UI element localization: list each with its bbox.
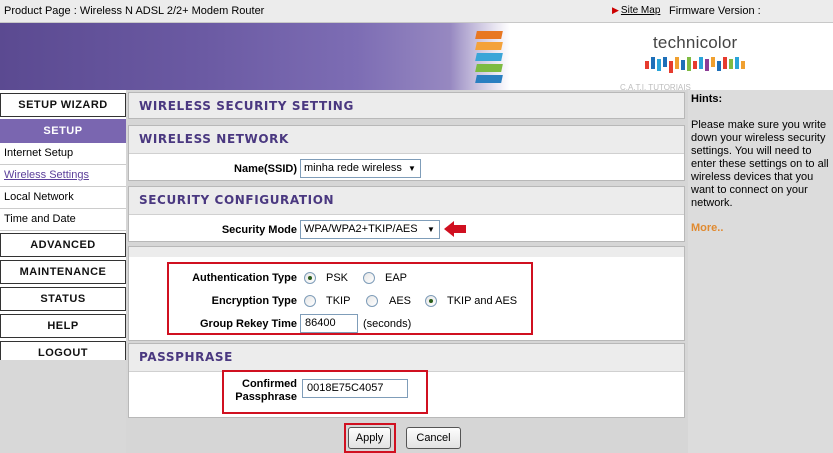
banner-graphic <box>0 23 510 90</box>
nav-setup[interactable]: SETUP <box>0 119 126 143</box>
technicolor-logo: technicolor <box>653 33 738 52</box>
arrow-right-icon: ▶ <box>612 5 619 15</box>
wireless-network-header: WIRELESS NETWORK <box>139 132 289 146</box>
banner-stripes <box>475 31 503 87</box>
nav-maintenance[interactable]: MAINTENANCE <box>0 260 126 284</box>
cancel-button[interactable]: Cancel <box>406 427 461 449</box>
security-mode-label: Security Mode <box>221 224 297 236</box>
left-navigation: SETUP WIZARD SETUP Internet Setup Wirele… <box>0 90 126 453</box>
security-mode-select[interactable]: WPA/WPA2+TKIP/AES ▼ <box>300 220 440 239</box>
firmware-version: Firmware Version : <box>669 5 761 17</box>
security-config-panel: SECURITY CONFIGURATION Security Mode WPA… <box>128 186 685 242</box>
highlight-apply-box <box>344 423 396 453</box>
page-title: WIRELESS SECURITY SETTING <box>139 99 354 113</box>
site-map[interactable]: ▶ Site Map <box>612 5 660 16</box>
nav-status[interactable]: STATUS <box>0 287 126 311</box>
highlight-passphrase-box <box>222 370 428 414</box>
arrow-left-icon <box>444 221 466 237</box>
banner: technicolor C.A.T.I. TUTORIAIS <box>0 23 833 92</box>
site-map-link[interactable]: Site Map <box>621 5 660 16</box>
sidebar-item-internet-setup[interactable]: Internet Setup <box>0 143 126 165</box>
sidebar-item-label[interactable]: Wireless Settings <box>4 169 89 181</box>
hints-more-link[interactable]: More.. <box>691 222 723 234</box>
chevron-down-icon: ▼ <box>408 164 416 173</box>
hints-panel: Hints: Please make sure you write down y… <box>688 90 833 453</box>
logo-color-bars-icon <box>645 57 750 73</box>
security-mode-value: WPA/WPA2+TKIP/AES <box>304 223 418 235</box>
hints-body: Please make sure you write down your wir… <box>691 119 829 209</box>
nav-advanced[interactable]: ADVANCED <box>0 233 126 257</box>
security-config-header: SECURITY CONFIGURATION <box>139 193 335 207</box>
ssid-label: Name(SSID) <box>234 163 297 175</box>
ssid-value: minha rede wireless <box>304 162 402 174</box>
sidebar-item-local-network[interactable]: Local Network <box>0 187 126 209</box>
nav-setup-wizard[interactable]: SETUP WIZARD <box>0 93 126 117</box>
wireless-network-panel: WIRELESS NETWORK Name(SSID) minha rede w… <box>128 125 685 181</box>
chevron-down-icon: ▼ <box>427 225 435 234</box>
ssid-select[interactable]: minha rede wireless ▼ <box>300 159 421 178</box>
sidebar-item-time-date[interactable]: Time and Date <box>0 209 126 231</box>
hints-title: Hints: <box>691 93 723 105</box>
page-title-panel: WIRELESS SECURITY SETTING <box>128 92 685 119</box>
highlight-auth-box <box>167 262 533 335</box>
nav-filler <box>0 360 126 453</box>
nav-help[interactable]: HELP <box>0 314 126 338</box>
sidebar-item-wireless-settings[interactable]: Wireless Settings <box>0 165 126 187</box>
main-content: WIRELESS SECURITY SETTING WIRELESS NETWO… <box>126 90 688 453</box>
product-title: Product Page : Wireless N ADSL 2/2+ Mode… <box>4 5 265 17</box>
top-bar: Product Page : Wireless N ADSL 2/2+ Mode… <box>0 0 833 23</box>
passphrase-header: PASSPHRASE <box>139 350 233 364</box>
